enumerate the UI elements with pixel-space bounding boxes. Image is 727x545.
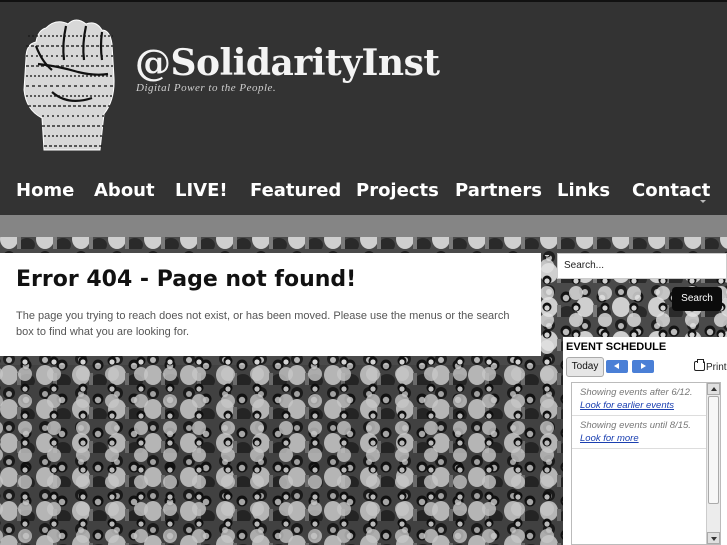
- chevron-left-icon: [614, 363, 619, 369]
- chevron-right-icon: [641, 363, 646, 369]
- error-panel: Error 404 - Page not found! The page you…: [0, 253, 541, 356]
- print-link[interactable]: Print: [694, 359, 727, 373]
- nav-links[interactable]: Links: [557, 180, 610, 201]
- nav-partners[interactable]: Partners: [455, 180, 542, 201]
- raised-fist-logo[interactable]: [18, 16, 118, 156]
- search-button[interactable]: Search: [672, 287, 722, 311]
- site-title[interactable]: @SolidarityInst: [135, 42, 440, 84]
- next-period-button[interactable]: [632, 360, 654, 373]
- list-item: Showing events after 6/12. Look for earl…: [572, 383, 706, 416]
- event-range-status: Showing events until 8/15.: [580, 420, 691, 431]
- event-range-status: Showing events after 6/12.: [580, 387, 693, 398]
- search-input[interactable]: Search...: [557, 253, 727, 279]
- nav-about[interactable]: About: [94, 180, 155, 201]
- earlier-events-link[interactable]: Look for earlier events: [580, 399, 706, 412]
- scrollbar-thumb[interactable]: [708, 396, 719, 504]
- event-list-scrollbar[interactable]: [706, 383, 720, 544]
- list-item: Showing events until 8/15. Look for more: [572, 416, 706, 449]
- nav-contact[interactable]: Contact: [632, 180, 710, 201]
- event-schedule-widget: EVENT SCHEDULE Today Print Showing event…: [563, 337, 727, 545]
- printer-icon: [694, 359, 705, 371]
- print-label: Print: [706, 362, 727, 373]
- scroll-up-icon[interactable]: [707, 383, 720, 395]
- nav-featured[interactable]: Featured: [250, 180, 341, 201]
- main-nav: Home About LIVE! Featured Projects Partn…: [0, 170, 727, 215]
- event-list: Showing events after 6/12. Look for earl…: [571, 382, 721, 545]
- scroll-down-icon[interactable]: [707, 532, 720, 544]
- submenu-caret-icon: [700, 200, 706, 203]
- nav-home[interactable]: Home: [16, 180, 74, 201]
- error-message: The page you trying to reach does not ex…: [16, 310, 510, 338]
- nav-projects[interactable]: Projects: [356, 180, 439, 201]
- prev-period-button[interactable]: [606, 360, 628, 373]
- more-events-link[interactable]: Look for more: [580, 432, 706, 445]
- nav-live[interactable]: LIVE!: [175, 180, 228, 201]
- site-tagline: Digital Power to the People.: [136, 82, 277, 94]
- error-title: Error 404 - Page not found!: [16, 267, 357, 292]
- today-button[interactable]: Today: [566, 357, 604, 377]
- event-schedule-title: EVENT SCHEDULE: [566, 341, 667, 353]
